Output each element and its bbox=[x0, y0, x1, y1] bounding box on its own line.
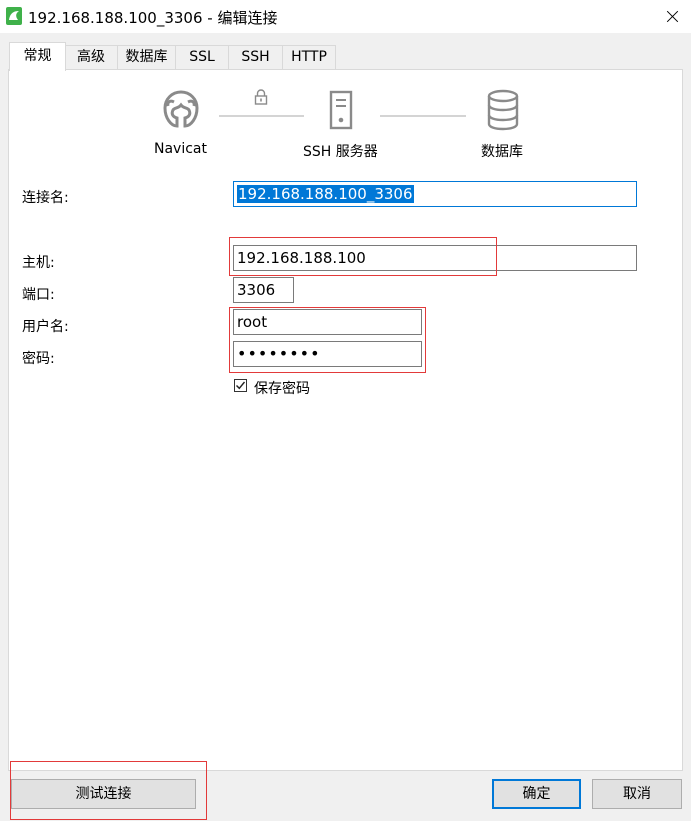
tab-ssh[interactable]: SSH bbox=[228, 45, 283, 69]
navicat-app-icon bbox=[6, 7, 22, 25]
tab-general[interactable]: 常规 bbox=[9, 42, 66, 71]
host-input[interactable]: 192.168.188.100 bbox=[233, 245, 637, 271]
port-label: 端口: bbox=[22, 287, 55, 303]
connection-line-2 bbox=[380, 115, 466, 117]
navicat-label: Navicat bbox=[154, 141, 207, 157]
ok-button[interactable]: 确定 bbox=[492, 779, 581, 809]
title-bar: 192.168.188.100_3306 - 编辑连接 bbox=[0, 0, 691, 33]
connection-name-value: 192.168.188.100_3306 bbox=[237, 185, 414, 203]
host-label: 主机: bbox=[22, 255, 55, 271]
tab-database[interactable]: 数据库 bbox=[117, 45, 176, 69]
connection-name-label: 连接名: bbox=[22, 190, 69, 206]
connection-name-input[interactable]: 192.168.188.100_3306 bbox=[233, 181, 637, 207]
ssh-server-icon bbox=[329, 90, 353, 130]
password-label: 密码: bbox=[22, 351, 55, 367]
save-password-checkbox[interactable] bbox=[234, 379, 247, 392]
lock-icon bbox=[254, 89, 268, 105]
password-input[interactable]: •••••••• bbox=[233, 341, 422, 367]
database-label: 数据库 bbox=[481, 144, 523, 160]
tab-advanced[interactable]: 高级 bbox=[64, 45, 118, 69]
ssh-server-label: SSH 服务器 bbox=[303, 144, 378, 160]
tab-http[interactable]: HTTP bbox=[282, 45, 336, 69]
database-icon bbox=[487, 89, 519, 131]
save-password-label[interactable]: 保存密码 bbox=[254, 378, 310, 398]
username-label: 用户名: bbox=[22, 319, 69, 335]
window-title: 192.168.188.100_3306 - 编辑连接 bbox=[28, 9, 278, 27]
port-input[interactable]: 3306 bbox=[233, 277, 294, 303]
connection-line bbox=[219, 115, 304, 117]
test-connection-button[interactable]: 测试连接 bbox=[11, 779, 196, 809]
tab-ssl[interactable]: SSL bbox=[175, 45, 229, 69]
close-icon[interactable] bbox=[654, 0, 691, 33]
username-input[interactable]: root bbox=[233, 309, 422, 335]
navicat-icon bbox=[163, 90, 199, 128]
cancel-button[interactable]: 取消 bbox=[592, 779, 682, 809]
general-panel bbox=[8, 69, 683, 771]
check-icon bbox=[236, 381, 246, 390]
